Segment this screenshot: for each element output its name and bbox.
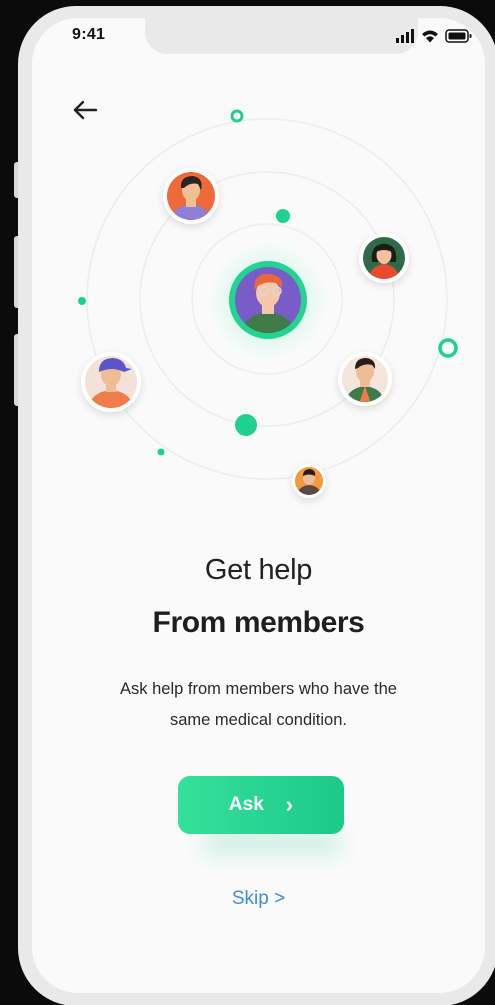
skip-link[interactable]: Skip >: [32, 888, 485, 910]
description-line-2: same medical condition.: [169, 711, 347, 729]
avatar-member-5: [292, 464, 326, 498]
phone-screen: 9:41 Get help From members Ask help from…: [32, 18, 485, 993]
avatar-member-1: [163, 168, 219, 224]
orbit-dot-ring: [438, 338, 458, 358]
orbit-dot: [235, 414, 257, 436]
ask-button-label: Ask: [228, 794, 264, 815]
description: Ask help from members who have the same …: [72, 674, 445, 736]
avatar-member-2: [359, 233, 409, 283]
title-get-help: Get help: [204, 554, 313, 586]
orbit-dot: [276, 209, 290, 223]
members-illustration: [78, 109, 458, 498]
avatar-center-user: [229, 261, 307, 339]
chevron-right-icon: ›: [285, 792, 294, 817]
orbit-dot-ring: [230, 109, 244, 123]
ask-button[interactable]: Ask ›: [178, 776, 344, 834]
description-line-1: Ask help from members who have the: [120, 680, 397, 698]
avatar-member-3: [81, 352, 141, 412]
page: 9:41 Get help From members Ask help from…: [0, 0, 495, 1005]
orbit-dot: [78, 297, 86, 305]
title-from-members: From members: [152, 606, 365, 639]
avatar-member-4: [338, 352, 392, 406]
orbit-dot: [157, 448, 165, 456]
